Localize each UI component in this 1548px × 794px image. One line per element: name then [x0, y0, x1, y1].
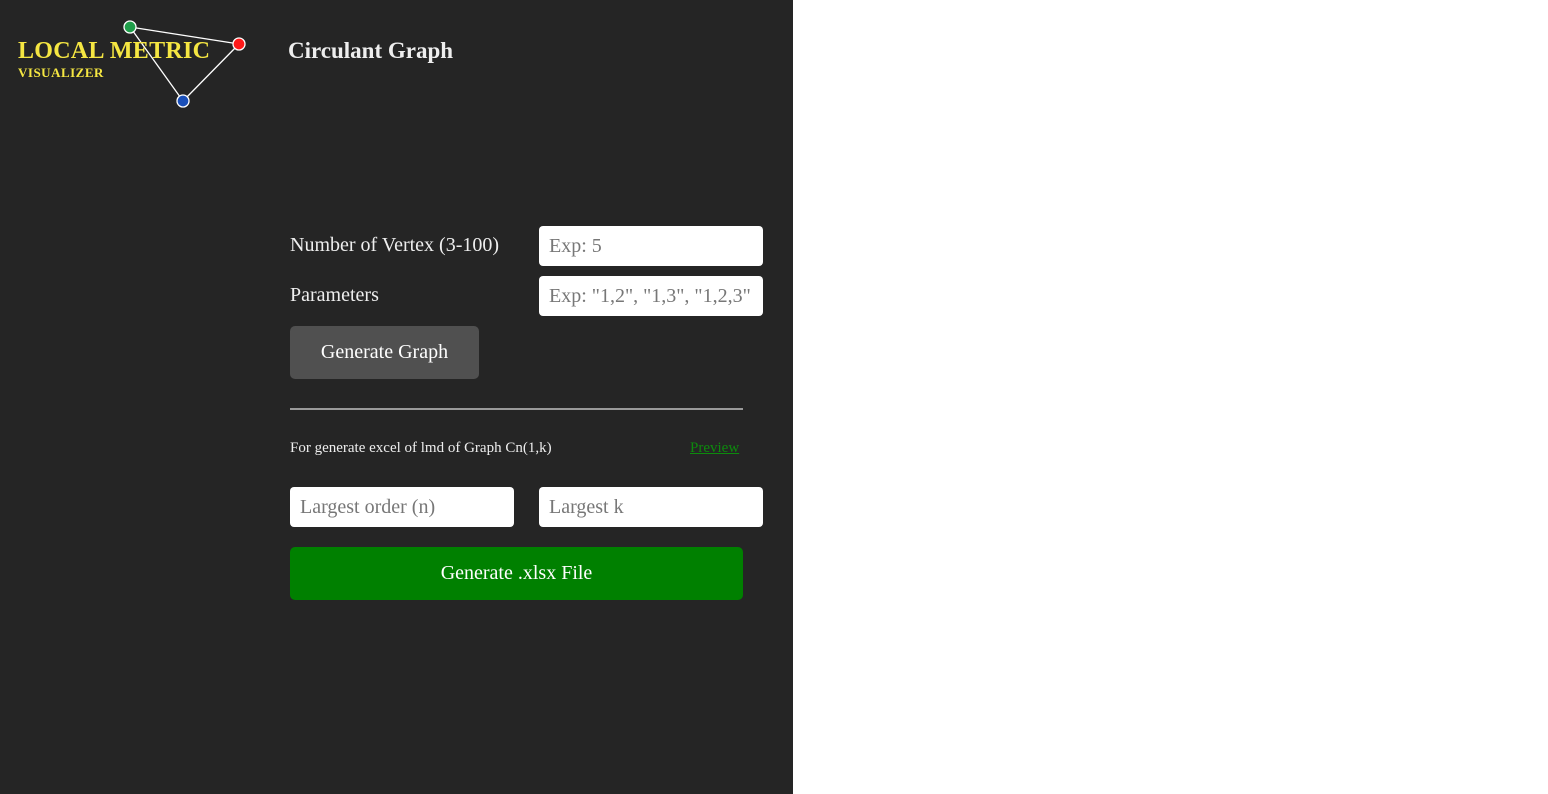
vertex-count-label: Number of Vertex (3-100) [290, 234, 500, 256]
control-panel: LOCAL METRIC VISUALIZER Circulant Graph … [0, 0, 793, 794]
preview-link[interactable]: Preview [690, 440, 739, 457]
parameters-label: Parameters [290, 284, 379, 306]
largest-k-input[interactable] [539, 487, 763, 527]
generate-graph-button[interactable]: Generate Graph [290, 326, 479, 379]
app-logo: LOCAL METRIC VISUALIZER [0, 0, 260, 120]
parameters-input[interactable] [539, 276, 763, 316]
vertex-count-input[interactable] [539, 226, 763, 266]
section-divider [290, 408, 743, 410]
generate-xlsx-button[interactable]: Generate .xlsx File [290, 547, 743, 600]
largest-order-input[interactable] [290, 487, 514, 527]
logo-subtitle: VISUALIZER [18, 65, 104, 80]
logo-title: LOCAL METRIC [18, 38, 211, 64]
graph-canvas[interactable] [793, 0, 1548, 794]
excel-description: For generate excel of lmd of Graph Cn(1,… [290, 440, 552, 456]
page-title: Circulant Graph [288, 38, 454, 63]
